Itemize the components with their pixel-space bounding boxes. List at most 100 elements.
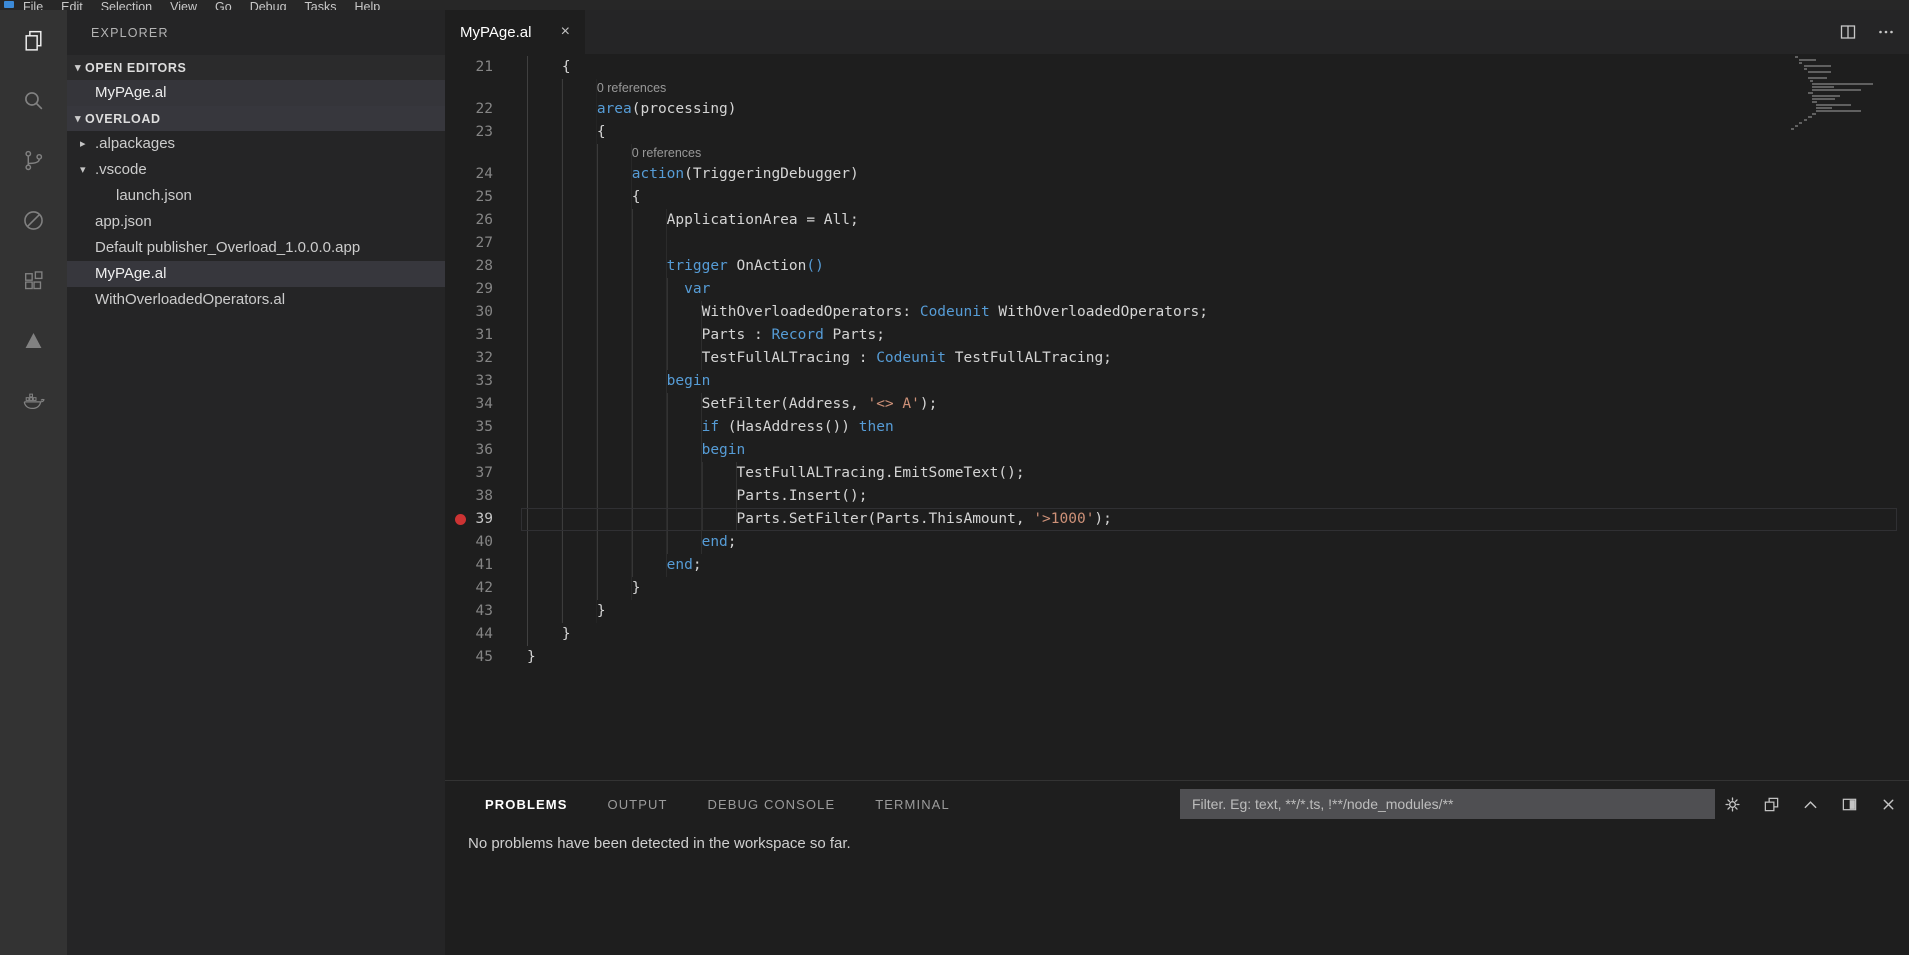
tree-item-vscode[interactable]: ▾.vscode [67,157,445,183]
breakpoint-gutter[interactable]: 30 [445,301,527,324]
code-line-content[interactable]: } [527,646,1909,669]
code-line-content[interactable]: area(processing) [527,98,1909,121]
breakpoint-gutter[interactable]: 23 [445,121,527,144]
filter-icon[interactable] [1724,796,1741,813]
code-token: { [632,189,641,205]
code-token: TestFullALTracing : [702,350,877,366]
panel-tab-debug-console[interactable]: DEBUG CONSOLE [708,797,836,812]
menu-item-view[interactable]: View [161,0,206,10]
code-line-content[interactable]: { [527,186,1909,209]
code-editor[interactable]: 21{0 references22area(processing)23{0 re… [445,54,1909,780]
tree-item-app-json[interactable]: app.json [67,209,445,235]
code-line-content[interactable]: if (HasAddress()) then [527,416,1909,439]
breakpoint-gutter[interactable]: 29 [445,278,527,301]
collapse-all-icon[interactable] [1763,796,1780,813]
breakpoint-gutter[interactable]: 28 [445,255,527,278]
section-folder[interactable]: ▾ OVERLOAD [67,106,445,131]
code-line-content[interactable]: ApplicationArea = All; [527,209,1909,232]
section-open-editors[interactable]: ▾ OPEN EDITORS [67,55,445,80]
more-actions-icon[interactable] [1877,23,1895,41]
code-line-content[interactable]: Parts.Insert(); [527,485,1909,508]
code-line-content[interactable]: TestFullALTracing : Codeunit TestFullALT… [527,347,1909,370]
breakpoint-gutter[interactable]: 24 [445,163,527,186]
breakpoint-gutter[interactable]: 25 [445,186,527,209]
activity-explorer[interactable] [0,10,67,70]
problems-filter-input[interactable] [1180,789,1715,819]
code-line-content[interactable]: { [527,56,1909,79]
activity-source-control[interactable] [0,130,67,190]
code-line-content[interactable]: } [527,577,1909,600]
breakpoint-gutter[interactable]: 36 [445,439,527,462]
activity-search[interactable] [0,70,67,130]
open-editor-item-mypage-al[interactable]: MyPAge.al [67,80,445,106]
menu-item-tasks[interactable]: Tasks [296,0,346,10]
tree-item-mypage-al[interactable]: MyPAge.al [67,261,445,287]
breakpoint-gutter[interactable]: 37 [445,462,527,485]
tree-item-alpackages[interactable]: ▸.alpackages [67,131,445,157]
move-panel-icon[interactable] [1841,796,1858,813]
menu-item-help[interactable]: Help [346,0,390,10]
activity-azure[interactable] [0,310,67,370]
code-line-content[interactable]: end; [527,554,1909,577]
codelens-references[interactable]: 0 references [597,81,666,95]
code-line-content[interactable]: begin [527,370,1909,393]
line-number: 23 [476,121,493,144]
breakpoint-gutter[interactable]: 40 [445,531,527,554]
panel-tab-terminal[interactable]: TERMINAL [875,797,950,812]
code-line-content[interactable]: SetFilter(Address, '<> A'); [527,393,1909,416]
activity-debug[interactable] [0,190,67,250]
breakpoint-gutter[interactable]: 31 [445,324,527,347]
minimap[interactable] [1783,56,1895,131]
breakpoint-gutter[interactable]: 45 [445,646,527,669]
code-line-content[interactable]: action(TriggeringDebugger) [527,163,1909,186]
panel-tab-problems[interactable]: PROBLEMS [485,797,567,812]
menu-item-debug[interactable]: Debug [241,0,296,10]
codelens-references[interactable]: 0 references [632,146,701,160]
panel-tab-output[interactable]: OUTPUT [607,797,667,812]
breakpoint-gutter[interactable]: 42 [445,577,527,600]
code-line-44: 44} [445,623,1909,646]
code-line-content[interactable]: end; [527,531,1909,554]
breakpoint-gutter[interactable]: 33 [445,370,527,393]
breakpoint-icon[interactable] [455,514,466,525]
close-panel-icon[interactable] [1880,796,1897,813]
menu-item-go[interactable]: Go [206,0,241,10]
code-token: end [667,557,693,573]
breakpoint-gutter[interactable]: 38 [445,485,527,508]
breakpoint-gutter[interactable]: 32 [445,347,527,370]
breakpoint-gutter[interactable]: 44 [445,623,527,646]
maximize-panel-icon[interactable] [1802,796,1819,813]
menu-item-edit[interactable]: Edit [52,0,92,10]
tree-item-default-publisher-overload-1-0-0-0-app[interactable]: Default publisher_Overload_1.0.0.0.app [67,235,445,261]
code-line-content[interactable]: Parts.SetFilter(Parts.ThisAmount, '>1000… [527,508,1909,531]
code-line-content[interactable]: begin [527,439,1909,462]
breakpoint-gutter[interactable]: 39 [445,508,527,531]
close-icon[interactable]: × [561,24,570,40]
tree-item-withoverloadedoperators-al[interactable]: WithOverloadedOperators.al [67,287,445,313]
tree-item-launch-json[interactable]: launch.json [67,183,445,209]
breakpoint-gutter[interactable]: 35 [445,416,527,439]
breakpoint-gutter[interactable]: 26 [445,209,527,232]
breakpoint-gutter[interactable]: 43 [445,600,527,623]
activity-docker[interactable] [0,370,67,430]
code-line-content[interactable]: } [527,623,1909,646]
activity-extensions[interactable] [0,250,67,310]
breakpoint-gutter[interactable]: 34 [445,393,527,416]
code-line-content[interactable] [527,232,1909,255]
code-line-content[interactable]: trigger OnAction() [527,255,1909,278]
codelens-row: 0 references [445,144,1909,163]
tab-mypage-al[interactable]: MyPAge.al× [445,10,585,54]
menu-item-file[interactable]: File [14,0,52,10]
breakpoint-gutter[interactable]: 41 [445,554,527,577]
code-line-content[interactable]: var [527,278,1909,301]
code-line-content[interactable]: WithOverloadedOperators: Codeunit WithOv… [527,301,1909,324]
breakpoint-gutter[interactable]: 22 [445,98,527,121]
menu-item-selection[interactable]: Selection [92,0,161,10]
code-line-content[interactable]: { [527,121,1909,144]
breakpoint-gutter[interactable]: 21 [445,56,527,79]
code-line-content[interactable]: TestFullALTracing.EmitSomeText(); [527,462,1909,485]
code-line-content[interactable]: Parts : Record Parts; [527,324,1909,347]
code-line-content[interactable]: } [527,600,1909,623]
split-editor-icon[interactable] [1839,23,1857,41]
breakpoint-gutter[interactable]: 27 [445,232,527,255]
